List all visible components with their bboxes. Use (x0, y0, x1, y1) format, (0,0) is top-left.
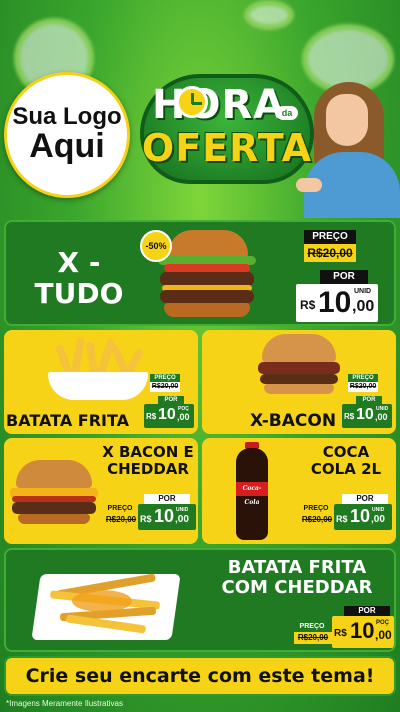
clock-background-icon (244, 0, 294, 30)
cheddar-fries-image (31, 560, 181, 646)
product-name: X-BACON (250, 411, 337, 431)
logo-text-line1: Sua Logo (12, 103, 122, 131)
price-tag: PREÇO R$20,00 POR R$ 10 POÇ ,00 (292, 604, 394, 650)
price-tag: PREÇO R$20,00 POR R$ 10 POÇ ,00 (144, 374, 196, 432)
title-oferta: OFERTA (141, 126, 313, 170)
new-price: R$ 10 UNID ,00 (138, 504, 196, 530)
product-card-coca-cola: Coca-Cola COCA COLA 2L PREÇO R$20,00 POR… (202, 438, 396, 544)
clock-icon (176, 86, 208, 118)
discount-badge: -50% (140, 230, 172, 262)
cta-banner: Crie seu encarte com este tema! (4, 656, 396, 696)
logo-text-line2: Aqui (29, 127, 105, 166)
coke-bottle-image: Coca-Cola (232, 442, 272, 540)
title-da: da (276, 106, 298, 120)
product-name: X - TUDO (34, 246, 124, 310)
price-tag: PREÇO R$20,00 POR R$ 10 UNID ,00 (102, 494, 198, 542)
price-label: PREÇO (304, 230, 356, 244)
burger-image (8, 460, 100, 526)
title-hora: HORA (152, 82, 286, 128)
old-price: R$20,00 (304, 244, 356, 262)
product-card-x-bacon-cheddar: X BACON E CHEDDAR PREÇO R$20,00 POR R$ 1… (4, 438, 198, 544)
product-name: COCA COLA 2L (310, 443, 382, 478)
product-card-x-tudo: X - TUDO -50% PREÇO R$20,00 POR R$ 10 UN… (4, 220, 396, 326)
new-price: R$ 10 UNID ,00 (296, 284, 378, 322)
product-card-x-bacon: X-BACON PREÇO R$20,00 POR R$ 10 UNID ,00 (202, 330, 396, 434)
hora-da-oferta-title: HORA da OFERTA (136, 68, 316, 192)
product-card-batata-cheddar: BATATA FRITA COM CHEDDAR PREÇO R$20,00 P… (4, 548, 396, 652)
price-tag: PREÇO R$20,00 POR R$ 10 UNID ,00 (296, 230, 392, 322)
price-tag: PREÇO R$20,00 POR R$ 10 UNID ,00 (298, 494, 394, 542)
new-price: R$ 10 UNID ,00 (334, 504, 392, 530)
flyer: Sua Logo Aqui HORA da OFERTA X - TUDO -5… (0, 0, 400, 712)
presenter-woman-image (296, 82, 400, 218)
footnote: *Imagens Meramente Ilustrativas (6, 699, 123, 708)
logo-placeholder: Sua Logo Aqui (4, 72, 130, 198)
fries-image (42, 336, 152, 402)
por-label: POR (320, 270, 368, 284)
new-price: R$ 10 POÇ ,00 (332, 616, 394, 648)
new-price: R$ 10 POÇ ,00 (144, 404, 194, 428)
product-card-batata-frita: BATATA FRITA PREÇO R$20,00 POR R$ 10 POÇ… (4, 330, 198, 434)
price-tag: PREÇO R$20,00 POR R$ 10 UNID ,00 (342, 374, 394, 432)
burger-image (254, 334, 344, 396)
product-name: BATATA FRITA (6, 411, 130, 430)
product-name: X BACON E CHEDDAR (102, 443, 194, 478)
new-price: R$ 10 UNID ,00 (342, 404, 392, 428)
product-name: BATATA FRITA COM CHEDDAR (221, 557, 373, 598)
